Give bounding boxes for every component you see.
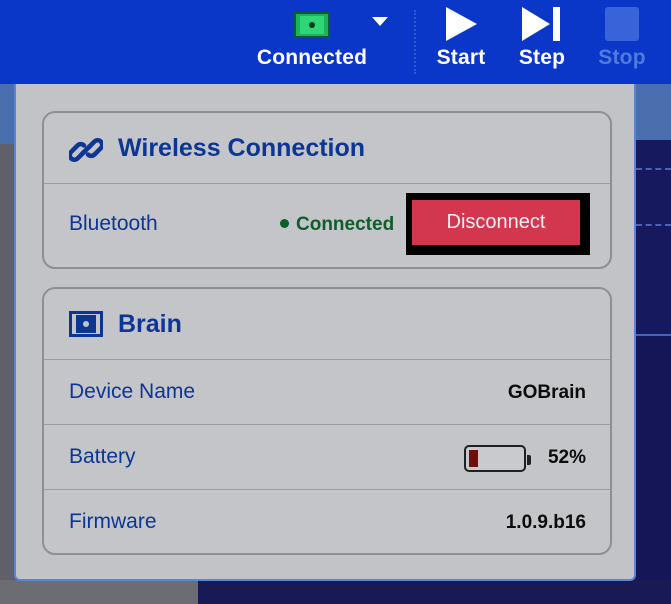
background-bottom-panel: [0, 580, 198, 604]
step-icon: [522, 7, 550, 41]
brain-icon: [69, 311, 103, 337]
battery-cap: [527, 455, 531, 465]
brain-card-title: Brain: [118, 310, 182, 338]
status-dot-icon: [280, 219, 289, 228]
step-label: Step: [518, 46, 566, 69]
battery-label: Battery: [69, 445, 136, 468]
background-divider: [636, 168, 671, 170]
play-icon: [446, 7, 477, 41]
connection-status-text: Connected: [296, 214, 395, 235]
battery-fill: [469, 450, 478, 467]
background-frame: [636, 334, 671, 604]
stop-icon: [605, 7, 639, 41]
brain-card: Brain Device Name GOBrain Battery 52% Fi…: [42, 287, 612, 555]
background-workspace: [636, 84, 671, 604]
wireless-connection-card: Wireless Connection Bluetooth Connected …: [42, 111, 612, 269]
wireless-card-header: Wireless Connection: [44, 113, 610, 184]
connection-button[interactable]: Connected: [250, 0, 374, 84]
battery-value: 52%: [547, 447, 586, 468]
battery-icon: [464, 445, 531, 472]
disconnect-button[interactable]: Disconnect: [412, 200, 580, 245]
toolbar-divider: [414, 10, 416, 74]
step-button[interactable]: Step: [510, 0, 574, 84]
firmware-row: Firmware 1.0.9.b16: [44, 490, 610, 553]
device-name-row: Device Name GOBrain: [44, 360, 610, 425]
brain-connected-icon: [294, 12, 330, 38]
start-button[interactable]: Start: [430, 0, 492, 84]
connection-status: Connected: [280, 214, 394, 236]
battery-row: Battery 52%: [44, 425, 610, 490]
device-name-value: GOBrain: [507, 382, 586, 403]
firmware-value: 1.0.9.b16: [505, 512, 586, 533]
start-label: Start: [436, 46, 486, 69]
stop-button[interactable]: Stop: [592, 0, 652, 84]
background-header-strip: [636, 84, 671, 140]
connection-label: Connected: [256, 46, 368, 69]
firmware-label: Firmware: [69, 510, 157, 533]
background-divider: [636, 224, 671, 226]
bluetooth-label: Bluetooth: [69, 212, 158, 235]
step-icon-bar: [553, 7, 560, 41]
chevron-down-icon[interactable]: [372, 17, 388, 26]
device-name-label: Device Name: [69, 380, 196, 403]
wireless-card-title: Wireless Connection: [118, 134, 366, 162]
link-icon: [69, 138, 103, 162]
connection-popup: Wireless Connection Bluetooth Connected …: [14, 84, 636, 581]
background-bottom: [0, 580, 671, 604]
stop-label: Stop: [598, 46, 646, 69]
brain-card-header: Brain: [44, 289, 610, 360]
bluetooth-row: Bluetooth Connected Disconnect: [44, 184, 610, 267]
toolbar: Connected Start Step Stop: [0, 0, 671, 84]
